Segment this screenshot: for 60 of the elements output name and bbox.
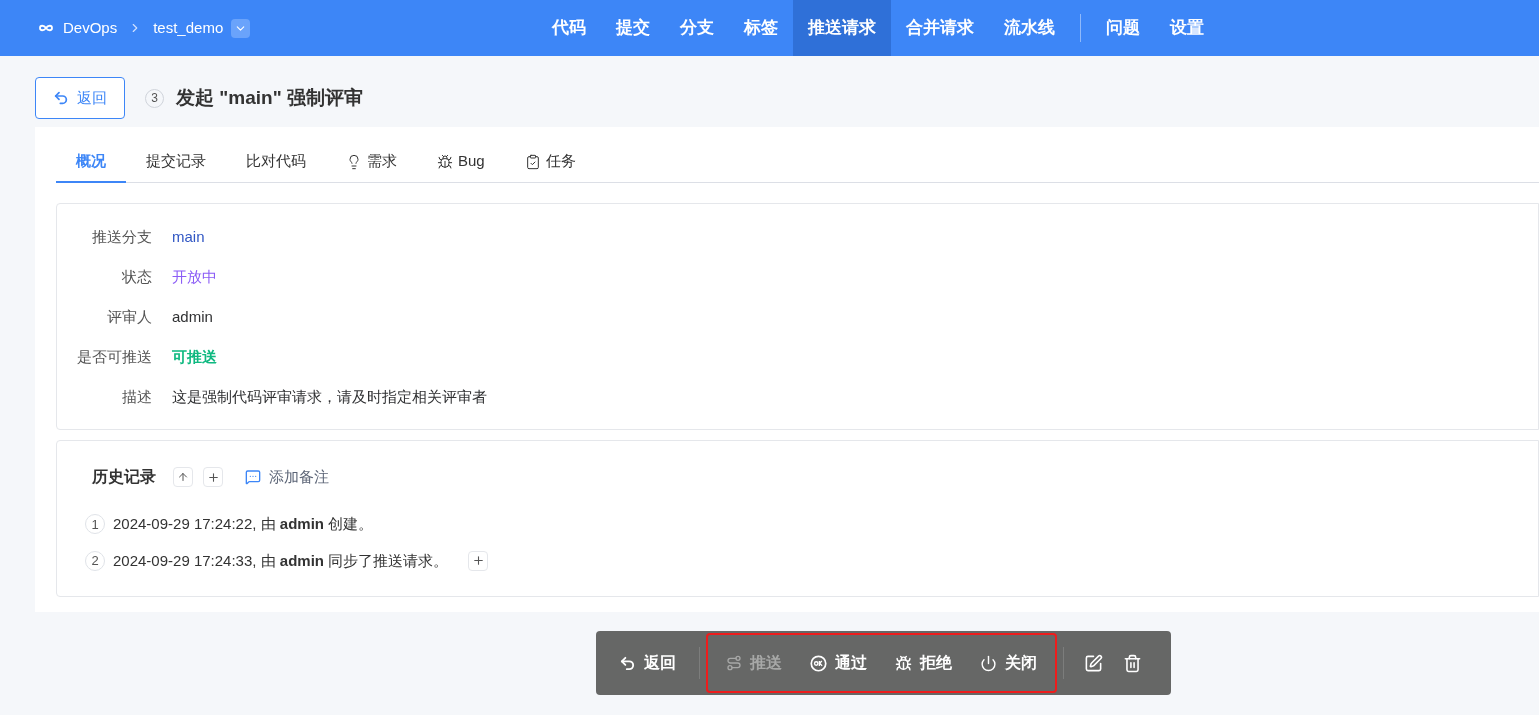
ok-circle-icon xyxy=(810,654,827,672)
delete-button[interactable] xyxy=(1123,653,1142,673)
plus-icon xyxy=(206,470,220,484)
history-entry: 2024-09-29 17:24:33, 由 admin 同步了推送请求。 xyxy=(113,550,449,571)
power-icon xyxy=(980,654,997,672)
entry-number: 1 xyxy=(85,514,105,535)
nav-link[interactable]: 提交 xyxy=(601,0,665,56)
field-value: admin xyxy=(172,306,213,327)
tab[interactable]: Bug xyxy=(417,141,505,182)
expand-all-button[interactable] xyxy=(203,467,223,487)
bug-icon xyxy=(895,654,912,672)
field-value: 开放中 xyxy=(172,266,217,287)
arrow-up-icon xyxy=(177,471,189,483)
back-button[interactable]: 返回 xyxy=(619,651,676,675)
edit-icon xyxy=(1084,653,1103,673)
nav-link[interactable]: 代码 xyxy=(537,0,601,56)
nav-link[interactable]: 推送请求 xyxy=(793,0,891,56)
add-note-link[interactable]: 添加备注 xyxy=(245,465,329,489)
field-label: 状态 xyxy=(121,266,152,287)
return-arrow-icon xyxy=(53,90,69,106)
back-button[interactable]: 返回 xyxy=(35,77,125,119)
trash-icon xyxy=(1123,653,1142,673)
plus-icon xyxy=(471,554,485,568)
nav-link[interactable]: 合并请求 xyxy=(891,0,989,56)
action-button[interactable]: 拒绝 xyxy=(895,651,952,675)
entry-number: 2 xyxy=(85,550,105,571)
tab[interactable]: 需求 xyxy=(326,141,417,182)
clipboard-check-icon xyxy=(524,153,541,170)
lightbulb-icon xyxy=(346,153,362,170)
page-title: 发起 "main" 强制评审 xyxy=(176,85,363,110)
action-button[interactable]: 关闭 xyxy=(980,651,1037,675)
history-title: 历史记录 xyxy=(92,467,156,487)
nav-link[interactable]: 问题 xyxy=(1091,0,1155,56)
project-link[interactable]: test_demo xyxy=(153,16,224,40)
field-value: 这是强制代码评审请求，请及时指定相关评审者 xyxy=(172,386,487,407)
return-arrow-icon xyxy=(619,654,636,672)
comment-icon xyxy=(245,469,261,485)
tab[interactable]: 任务 xyxy=(504,141,596,182)
history-entry: 2024-09-29 17:24:22, 由 admin 创建。 xyxy=(113,514,374,534)
field-label: 评审人 xyxy=(106,306,152,327)
field-label: 是否可推送 xyxy=(76,346,152,367)
field-label: 推送分支 xyxy=(91,226,152,247)
infinity-icon xyxy=(37,23,55,33)
bug-icon xyxy=(437,153,453,170)
nav-link[interactable]: 标签 xyxy=(729,0,793,56)
brand-link[interactable]: DevOps xyxy=(63,16,118,40)
tab[interactable]: 概况 xyxy=(56,141,126,183)
edit-button[interactable] xyxy=(1084,653,1103,673)
action-button[interactable]: 通过 xyxy=(810,651,867,675)
nav-link[interactable]: 流水线 xyxy=(989,0,1070,56)
nav-link[interactable]: 分支 xyxy=(665,0,729,56)
route-icon xyxy=(726,655,742,671)
expand-button[interactable] xyxy=(468,550,489,571)
field-label: 描述 xyxy=(121,386,152,407)
tab[interactable]: 比对代码 xyxy=(226,141,326,182)
tab[interactable]: 提交记录 xyxy=(126,141,226,182)
nav-link[interactable]: 设置 xyxy=(1155,0,1219,56)
project-dropdown-button[interactable] xyxy=(231,18,251,38)
field-value: 可推送 xyxy=(172,346,217,367)
field-value: main xyxy=(172,226,205,247)
